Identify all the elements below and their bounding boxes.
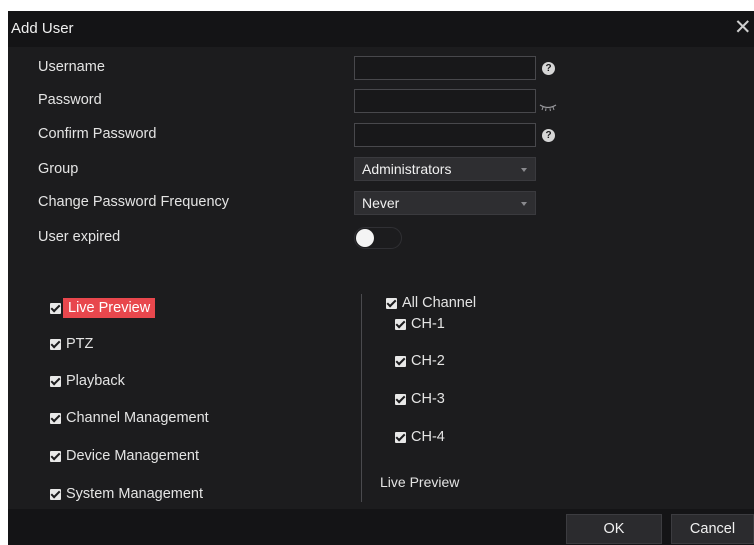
toggle-knob	[356, 229, 374, 247]
checkbox-checked-icon[interactable]	[50, 375, 61, 387]
dialog-title: Add User	[11, 20, 74, 37]
checkbox-checked-icon[interactable]	[395, 393, 406, 405]
column-divider	[361, 294, 362, 502]
checkbox-checked-icon[interactable]	[50, 450, 61, 462]
permission-channel-management[interactable]: Channel Management	[50, 410, 209, 426]
help-icon[interactable]: ?	[542, 62, 555, 75]
help-icon[interactable]: ?	[542, 129, 555, 142]
checkbox-checked-icon[interactable]	[50, 338, 61, 350]
ok-button[interactable]: OK	[566, 514, 662, 544]
channel-label: CH-2	[411, 353, 445, 369]
change-password-frequency-select[interactable]: Never	[354, 191, 536, 215]
checkbox-checked-icon[interactable]	[50, 488, 61, 500]
checkbox-checked-icon[interactable]	[50, 412, 61, 424]
checkbox-checked-icon[interactable]	[395, 431, 406, 443]
permission-ptz[interactable]: PTZ	[50, 336, 93, 352]
permission-label: Channel Management	[66, 410, 209, 426]
group-select-value: Administrators	[362, 161, 452, 177]
channel-ch-1[interactable]: CH-1	[395, 316, 445, 332]
channel-label: CH-4	[411, 429, 445, 445]
channel-label: CH-3	[411, 391, 445, 407]
permission-label: Live Preview	[63, 298, 156, 318]
password-input[interactable]	[354, 89, 536, 113]
permission-label: Device Management	[66, 448, 199, 464]
channel-ch-3[interactable]: CH-3	[395, 391, 445, 407]
chevron-down-icon	[521, 168, 527, 172]
permission-label: PTZ	[66, 336, 94, 352]
dialog-titlebar: Add User ✕	[8, 11, 754, 47]
checkbox-checked-icon[interactable]	[395, 355, 406, 367]
permission-live-preview[interactable]: Live Preview	[50, 298, 156, 318]
close-icon[interactable]: ✕	[734, 15, 754, 41]
permission-playback[interactable]: Playback	[50, 373, 125, 389]
checkbox-checked-icon[interactable]	[50, 302, 61, 314]
channel-all[interactable]: All Channel	[386, 295, 476, 311]
username-input[interactable]	[354, 56, 536, 80]
username-label: Username	[38, 59, 105, 75]
change-password-frequency-label: Change Password Frequency	[38, 194, 230, 210]
confirm-password-label: Confirm Password	[38, 126, 157, 142]
user-expired-toggle[interactable]	[354, 227, 402, 249]
channel-permission-caption: Live Preview	[380, 474, 460, 490]
add-user-dialog: Add User ✕ Username ? Password Confirm P…	[8, 11, 754, 545]
password-label: Password	[38, 92, 102, 108]
group-select[interactable]: Administrators	[354, 157, 536, 181]
permission-device-management[interactable]: Device Management	[50, 448, 199, 464]
cancel-button[interactable]: Cancel	[671, 514, 754, 544]
channel-ch-4[interactable]: CH-4	[395, 429, 445, 445]
checkbox-checked-icon[interactable]	[386, 297, 397, 309]
channel-ch-2[interactable]: CH-2	[395, 353, 445, 369]
eye-closed-icon[interactable]	[539, 99, 557, 117]
permission-label: Playback	[66, 373, 125, 389]
chevron-down-icon	[521, 202, 527, 206]
user-expired-label: User expired	[38, 229, 121, 245]
checkbox-checked-icon[interactable]	[395, 318, 406, 330]
group-label: Group	[38, 161, 79, 177]
change-password-frequency-value: Never	[362, 195, 400, 211]
permission-label: System Management	[66, 486, 204, 502]
permission-system-management[interactable]: System Management	[50, 486, 203, 502]
channel-label: All Channel	[402, 295, 477, 311]
confirm-password-input[interactable]	[354, 123, 536, 147]
channel-label: CH-1	[411, 316, 445, 332]
